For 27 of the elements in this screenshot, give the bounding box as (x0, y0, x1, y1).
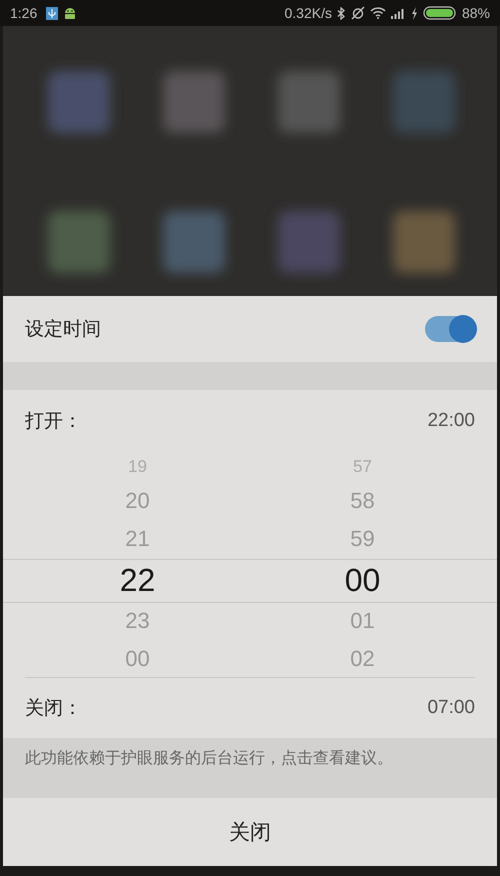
end-time: 07:00 (427, 697, 475, 719)
alarm-off-icon (350, 6, 365, 20)
start-label: 打开： (25, 409, 82, 434)
minute-option[interactable]: 59 (350, 520, 375, 558)
minute-option[interactable]: 01 (350, 602, 375, 640)
minute-option[interactable]: 02 (350, 640, 375, 678)
battery-icon (422, 6, 457, 20)
hour-option[interactable]: 22 (120, 559, 156, 601)
start-time: 22:00 (427, 410, 475, 432)
wifi-icon (370, 7, 386, 19)
minute-option[interactable]: 00 (344, 559, 380, 601)
hour-option[interactable]: 23 (125, 602, 150, 640)
battery-percent: 88% (462, 5, 490, 21)
android-icon (63, 6, 78, 20)
network-speed: 0.32K/s (284, 5, 332, 21)
bluetooth-icon (336, 6, 346, 20)
hour-option[interactable]: 20 (125, 482, 150, 520)
schedule-label: 设定时间 (25, 317, 101, 342)
clock-time: 1:26 (10, 5, 38, 21)
usb-icon (46, 6, 58, 20)
hour-option[interactable]: 00 (125, 640, 150, 678)
minute-option[interactable]: 58 (350, 482, 375, 520)
signal-icon (390, 7, 406, 19)
schedule-toggle[interactable] (425, 316, 475, 342)
end-label: 关闭： (25, 696, 82, 721)
hour-option[interactable]: 21 (125, 520, 150, 558)
charging-icon (410, 6, 418, 20)
